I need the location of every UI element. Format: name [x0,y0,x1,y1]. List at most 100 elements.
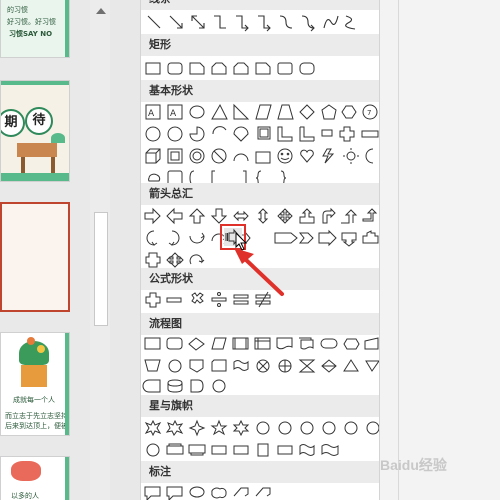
shape-row-flowchart-3[interactable] [141,376,379,396]
double-wave-icon[interactable] [321,444,339,456]
ribbon-down-icon[interactable] [188,444,206,456]
left-arrow-icon[interactable] [166,207,183,225]
parallelogram-icon[interactable] [255,104,272,120]
flowchart-document-icon[interactable] [276,337,293,350]
chord-icon[interactable] [212,126,227,135]
star-8-point-icon[interactable] [278,421,292,435]
shape-row-stars-2[interactable] [141,440,379,460]
curved-left-arrow-icon[interactable] [168,230,180,246]
flowchart-preparation-icon[interactable] [343,338,360,350]
chevron-icon[interactable] [298,232,314,244]
bevel-icon[interactable] [167,148,183,164]
bent-arrow-icon[interactable] [322,207,336,224]
shape-row-callouts[interactable] [141,484,379,500]
up-arrow-callout-icon[interactable] [362,230,379,244]
rectangular-callout-icon[interactable] [144,486,161,500]
star-10-point-icon[interactable] [300,421,314,435]
rectangle-icon[interactable] [145,62,161,75]
shape-row-lines[interactable] [141,13,379,33]
flowchart-sort-icon[interactable] [321,359,337,373]
rounded-rectangular-callout-icon[interactable] [166,486,183,500]
math-divide-icon[interactable] [211,297,227,302]
shape-row-basic-1[interactable]: A A 7 [141,102,379,122]
explosion-2-icon[interactable] [165,419,184,436]
smiley-face-icon[interactable] [277,148,293,164]
moon-icon[interactable] [365,148,374,164]
scribble-icon[interactable] [345,15,356,30]
star-6-point-icon[interactable] [232,419,250,437]
curved-up-arrow-icon[interactable] [189,232,205,244]
star-24-point-icon[interactable] [366,421,379,435]
u-turn-arrow-icon[interactable] [341,209,358,224]
flowchart-offpage-connector-icon[interactable] [189,359,204,373]
flowchart-stored-data-icon[interactable] [142,379,161,393]
l-shape-icon[interactable] [299,127,314,142]
trapezoid-icon[interactable] [277,104,294,120]
star-16-point-icon[interactable] [344,421,358,435]
double-arrow-line-icon[interactable] [191,15,205,29]
thumbnail-scrollbar-thumb[interactable] [94,212,108,326]
curved-right-arrow-icon[interactable] [146,230,158,246]
cross-arrow-icon[interactable] [166,252,184,268]
dodecagon-icon[interactable] [167,126,183,142]
flowchart-alternate-process-icon[interactable] [166,337,183,350]
flowchart-merge-icon[interactable] [365,360,379,372]
line-callout-2-icon[interactable] [255,487,271,497]
star-4-point-icon[interactable] [188,419,206,437]
horizontal-scroll-icon[interactable] [277,445,293,455]
shape-row-basic-2[interactable] [141,124,379,144]
flowchart-process-icon[interactable] [144,337,161,350]
math-multiply-icon[interactable] [191,292,204,304]
flowchart-internal-storage-icon[interactable] [254,337,271,350]
curved-connector-icon[interactable] [279,15,293,29]
down-arrow-callout-icon[interactable] [341,232,357,247]
star-32-point-icon[interactable] [146,443,160,457]
lightning-bolt-icon[interactable] [322,148,335,164]
diagonal-stripe-icon[interactable] [321,129,333,137]
line-icon[interactable] [147,15,161,29]
ribbon-up-icon[interactable] [166,443,184,455]
cross-icon[interactable] [361,130,379,138]
cube-icon[interactable] [145,148,161,164]
pie-icon[interactable] [189,126,205,142]
flowchart-connector-icon[interactable] [168,359,182,373]
flowchart-multidocument-icon[interactable] [299,337,314,350]
cloud-callout-icon[interactable] [211,487,227,499]
right-arrow-callout-icon[interactable] [318,229,337,247]
flowchart-magnetic-disk-icon[interactable] [212,379,226,393]
shape-row-arrows-1[interactable] [141,206,379,226]
triangle-icon[interactable] [211,103,228,120]
heart-icon[interactable] [300,149,314,163]
slide-thumbnail-5[interactable]: 以多的人 [0,456,70,500]
bent-up-arrow-icon[interactable] [362,208,378,222]
shape-row-stars-1[interactable] [141,418,379,438]
teardrop-icon[interactable] [233,126,249,142]
oval-callout-icon[interactable] [189,486,205,498]
flowchart-punched-tape-icon[interactable] [233,360,249,371]
snip-round-rectangle-icon[interactable] [255,62,271,75]
slide-thumbnail-1[interactable]: 的习惯 好习惯。好习惯 习惯SAY NO [0,0,70,58]
shape-row-rectangles[interactable] [141,59,379,79]
flowchart-terminator-icon[interactable] [320,338,338,349]
plus-icon[interactable] [339,126,355,142]
flowchart-extract-icon[interactable] [343,359,359,372]
donut-icon[interactable] [189,148,205,164]
snip-corner-rectangle-icon[interactable] [189,62,205,75]
shape-row-flowchart-2[interactable] [141,356,379,376]
flowchart-manual-input-icon[interactable] [364,337,379,350]
flowchart-sequential-access-icon[interactable] [190,379,204,393]
flowchart-collate-icon[interactable] [298,359,316,373]
curve-icon[interactable] [323,15,339,29]
quad-arrow-icon[interactable] [277,208,293,224]
decagon-icon[interactable] [145,126,161,142]
shape-row-basic-3[interactable] [141,146,379,166]
right-arrow-icon[interactable] [144,207,161,225]
vertical-scroll-icon[interactable] [257,443,269,457]
math-minus-icon[interactable] [166,297,182,303]
scroll-up-icon[interactable] [96,8,106,14]
math-plus-icon[interactable] [145,292,161,308]
block-arc-icon[interactable] [233,153,249,162]
diamond-icon[interactable] [299,104,315,120]
star-7-point-icon[interactable] [256,421,270,435]
up-arrow-icon[interactable] [188,208,206,224]
